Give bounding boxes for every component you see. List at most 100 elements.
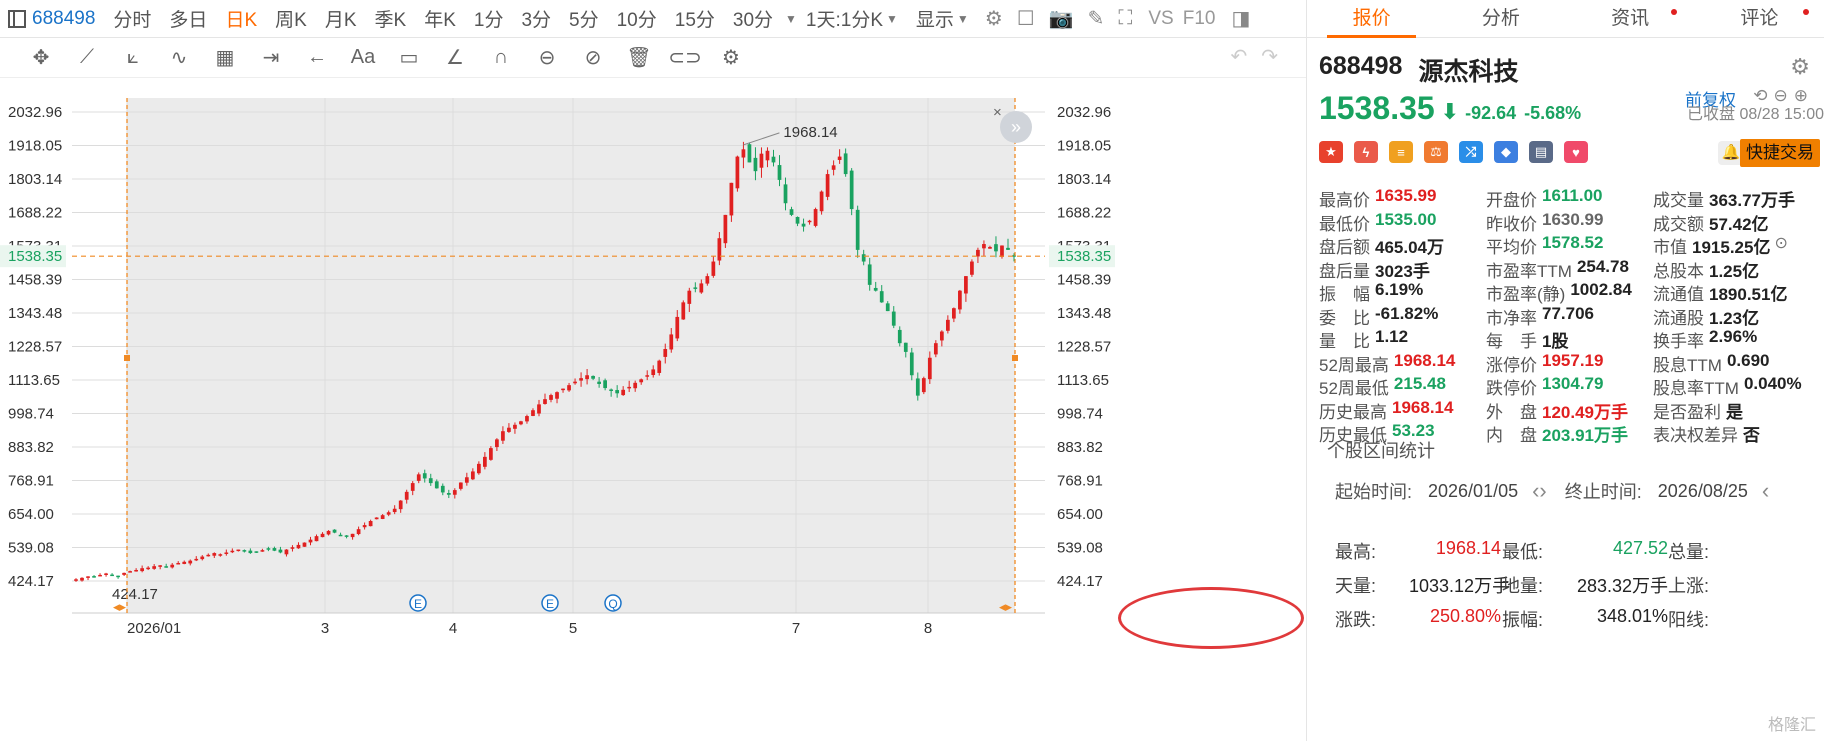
- panel-toggle-icon[interactable]: [8, 9, 26, 28]
- panel-tab-0[interactable]: 报价: [1307, 0, 1436, 38]
- candle-body: [555, 392, 559, 399]
- chevron-down-icon[interactable]: ▼: [785, 12, 797, 26]
- note-tool-icon[interactable]: ▭: [386, 45, 432, 70]
- start-time-nav-icon[interactable]: ‹›: [1532, 478, 1547, 504]
- end-time-value[interactable]: 2026/08/25: [1658, 481, 1748, 502]
- wave-tool-icon[interactable]: ∿: [156, 45, 202, 70]
- y-tick-label-right: 424.17: [1057, 573, 1103, 590]
- f10-button[interactable]: F10: [1183, 0, 1225, 38]
- candle-body: [320, 533, 325, 538]
- tag-icon[interactable]: ◆: [1494, 141, 1518, 163]
- interval-label: 地量:: [1502, 576, 1544, 596]
- fib-tool-icon[interactable]: ▦: [202, 45, 248, 70]
- period-tab-4[interactable]: 月K: [316, 0, 366, 38]
- y-tick-label-right: 1803.14: [1057, 171, 1111, 188]
- pen-icon[interactable]: ✎: [1081, 6, 1112, 31]
- channel-tool-icon[interactable]: ⟀: [110, 46, 156, 69]
- period-tab-3[interactable]: 周K: [266, 0, 316, 38]
- candle-body: [410, 483, 415, 491]
- period-tab-5[interactable]: 季K: [366, 0, 416, 38]
- y-tick-label-right: 1228.57: [1057, 338, 1111, 355]
- period-tab-1[interactable]: 多日: [160, 0, 216, 38]
- kline-svg[interactable]: 2032.96 2032.96 1918.05 1918.05 1803.14 1803.…: [0, 78, 1306, 741]
- hide-tool-icon[interactable]: ⊘: [570, 45, 616, 70]
- settings-gear-icon[interactable]: ⚙: [1790, 54, 1810, 80]
- kline-chart[interactable]: 2032.96 2032.96 1918.05 1918.05 1803.14 1803.…: [0, 78, 1306, 741]
- stat-cell: 内 盘 203.91万手: [1486, 421, 1653, 446]
- line-tool-icon[interactable]: ⟋: [64, 46, 110, 69]
- more-icon[interactable]: ⊙: [1774, 233, 1787, 258]
- camera-icon[interactable]: 📷: [1042, 6, 1081, 31]
- candle-body: [452, 490, 457, 495]
- lock-tool-icon[interactable]: ⊖: [524, 45, 570, 70]
- link-tool-icon[interactable]: ⊂⊃: [662, 45, 708, 70]
- period-tab-8[interactable]: 3分: [512, 0, 560, 38]
- last-price-label-right: 1538.35: [1057, 248, 1111, 265]
- end-time-nav-icon[interactable]: ‹: [1762, 478, 1769, 504]
- heart-icon[interactable]: ♥: [1564, 141, 1588, 163]
- shuffle-icon[interactable]: ⤮: [1459, 141, 1483, 163]
- stats-row: 52周最低 215.48 跌停价 1304.79 股息率TTM 0.040%: [1319, 374, 1824, 399]
- period-tab-0[interactable]: 分时: [104, 0, 160, 38]
- display-menu[interactable]: 显示 ▼: [907, 0, 978, 38]
- down-arrow-icon: ⬇: [1440, 99, 1460, 124]
- lightning-icon[interactable]: ϟ: [1354, 141, 1378, 163]
- period-tab-2[interactable]: 日K: [216, 0, 266, 38]
- candle-body: [1006, 247, 1010, 250]
- period-tab-10[interactable]: 10分: [608, 0, 666, 38]
- stat-label: 振 幅: [1319, 285, 1370, 305]
- stat-cell: 流通值 1890.51亿: [1653, 280, 1818, 305]
- candle-body: [422, 473, 427, 479]
- candle-body: [681, 302, 686, 320]
- period-tab-7[interactable]: 1分: [465, 0, 513, 38]
- period-tab-6[interactable]: 年K: [415, 0, 465, 38]
- panel-tab-3[interactable]: 评论: [1695, 0, 1824, 37]
- stock-code[interactable]: 688498: [26, 0, 104, 38]
- undo-redo-icon[interactable]: ↶↷: [1230, 44, 1292, 69]
- period-tab-11[interactable]: 15分: [666, 0, 724, 38]
- panel-tab-1[interactable]: 分析: [1436, 0, 1565, 37]
- text-tool-icon[interactable]: Aa: [340, 46, 386, 69]
- eraser-tool-icon[interactable]: ∠: [432, 45, 478, 70]
- stat-label: 内 盘: [1486, 426, 1537, 446]
- quick-trade-button[interactable]: 快捷交易: [1740, 139, 1820, 167]
- move-tool-icon[interactable]: ✥: [18, 45, 64, 70]
- database-icon[interactable]: ≡: [1389, 141, 1413, 163]
- candle-body: [729, 182, 734, 216]
- arrow-tool-icon[interactable]: ←: [294, 46, 340, 69]
- fullscreen-icon[interactable]: ⛶: [1111, 7, 1139, 30]
- candle-body: [543, 399, 547, 404]
- start-time-value[interactable]: 2026/01/05: [1428, 481, 1518, 502]
- range-select[interactable]: 1天:1分K ▼: [797, 0, 907, 38]
- china-flag-icon[interactable]: ★: [1319, 141, 1343, 163]
- magnet-tool-icon[interactable]: ∩: [478, 46, 524, 69]
- delete-tool-icon[interactable]: 🗑: [616, 45, 662, 70]
- candle-body: [897, 329, 902, 344]
- stat-cell: 52周最低 215.48: [1319, 374, 1486, 399]
- settings-tool-icon[interactable]: ⚙: [708, 45, 754, 70]
- stat-value: 1股: [1542, 332, 1569, 352]
- measure-tool-icon[interactable]: ⇥: [248, 45, 294, 70]
- x-tick-label: 3: [321, 620, 329, 637]
- candle-body: [188, 560, 193, 564]
- balance-icon[interactable]: ⚖: [1424, 141, 1448, 163]
- square-icon[interactable]: ☐: [1010, 6, 1042, 31]
- vs-button[interactable]: VS: [1139, 0, 1182, 38]
- period-tab-12[interactable]: 30分: [724, 0, 782, 38]
- candle-body: [753, 157, 758, 172]
- sidebar-toggle-icon[interactable]: ◨: [1224, 6, 1257, 31]
- candle-body: [122, 572, 126, 575]
- panel-tab-2[interactable]: 资讯: [1566, 0, 1695, 37]
- candle-body: [104, 573, 108, 575]
- current-price: 1538.35: [1319, 90, 1435, 126]
- report-icon[interactable]: ▤: [1529, 141, 1553, 163]
- gear-icon[interactable]: ⚙: [978, 6, 1010, 31]
- y-tick-label-left: 998.74: [8, 405, 54, 422]
- interval-stats: 最高: 1968.14 最低: 427.52 总量: 天量: 1033.12万手 地量: 283…: [1335, 534, 1824, 636]
- candle-body: [314, 536, 319, 542]
- candle-body: [248, 550, 253, 554]
- stat-value: 6.19%: [1375, 280, 1424, 300]
- stats-row: 振 幅 6.19% 市盈率(静) 1002.84 流通值 1890.51亿: [1319, 280, 1824, 305]
- period-tab-9[interactable]: 5分: [560, 0, 608, 38]
- interval-value: 1968.14: [1435, 538, 1501, 558]
